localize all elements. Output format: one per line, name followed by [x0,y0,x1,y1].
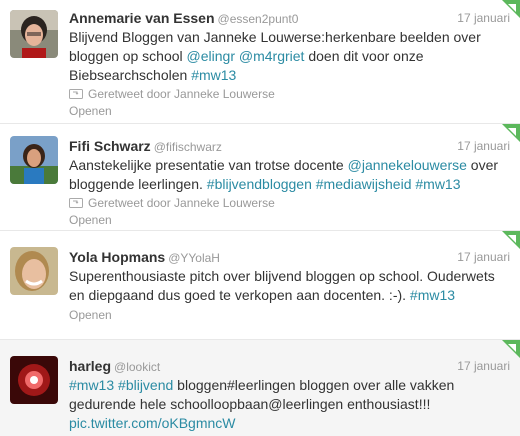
avatar[interactable] [10,247,58,295]
author-name[interactable]: Yola Hopmans [69,249,165,265]
tweet-text-segment: bloggen#leerlingen bloggen over alle vak… [173,377,455,393]
corner-badge-icon [502,124,520,142]
retweeted-by-label: Geretweet door Janneke Louwerse [88,196,275,210]
tweet-text-segment: Superenthousiaste pitch over blijvend bl… [69,268,495,284]
tweet-text-segment: en diepgaand dus goed te verkopen aan do… [69,287,410,303]
retweet-icon [69,196,83,208]
tweet-text-segment: Biebsearchscholen [69,67,192,83]
tweet-text-line: gedurende hele schoolloopbaan@leerlingen… [69,395,499,414]
tweet-link[interactable]: #mw13 [415,176,460,192]
avatar[interactable] [10,10,58,58]
open-link[interactable]: Openen [69,104,112,118]
avatar-yola-image [10,247,58,295]
tweet-item[interactable]: Yola Hopmans @YYolaH 17 januari Superenth… [0,231,520,340]
avatar[interactable] [10,356,58,404]
author-handle[interactable]: @YYolaH [168,251,220,265]
tweet-text-segment: Aanstekelijke presentatie van trotse doc… [69,157,348,173]
avatar-annemarie-image [10,10,58,58]
author-name[interactable]: Annemarie van Essen [69,10,215,26]
tweet-text: Aanstekelijke presentatie van trotse doc… [69,156,499,194]
tweet-link[interactable]: @elingr [187,48,235,64]
tweet-header: Yola Hopmans @YYolaH 17 januari [69,249,510,267]
tweet-link[interactable]: #mw13 [191,67,236,83]
avatar[interactable] [10,136,58,184]
tweet-link[interactable]: #blijvend [118,377,173,393]
tweet-text-segment: bloggen op school [69,48,187,64]
tweet-text-line: bloggende leerlingen. #blijvendbloggen #… [69,175,499,194]
tweet-text-line: Aanstekelijke presentatie van trotse doc… [69,156,499,175]
tweet-timeline: Annemarie van Essen @essen2punt0 17 janua… [0,0,520,436]
open-link[interactable]: Openen [69,213,112,227]
tweet-text-line: en diepgaand dus goed te verkopen aan do… [69,286,499,305]
tweet-link[interactable]: #mw13 [410,287,455,303]
tweet-link[interactable]: @m4rgriet [239,48,305,64]
tweet-link[interactable]: #mw13 [69,377,114,393]
corner-badge-icon [502,340,520,358]
tweet-text-segment: gedurende hele schoolloopbaan@leerlingen… [69,396,431,412]
author-name[interactable]: harleg [69,358,111,374]
author-handle[interactable]: @essen2punt0 [218,12,299,26]
tweet-text-line: pic.twitter.com/oKBgmncW [69,414,499,433]
tweet-link[interactable]: pic.twitter.com/oKBgmncW [69,415,236,431]
tweet-item[interactable]: harleg @lookict 17 januari #mw13 #blijven… [0,340,520,436]
tweet-item[interactable]: Annemarie van Essen @essen2punt0 17 janua… [0,0,520,124]
tweet-text-segment: doen dit voor onze [304,48,424,64]
retweet-icon [69,87,83,99]
tweet-header: Annemarie van Essen @essen2punt0 17 janua… [69,10,510,28]
tweet-text-segment: bloggende leerlingen. [69,176,207,192]
tweet-text-line: Biebsearchscholen #mw13 [69,66,499,85]
tweet-text-line: #mw13 #blijvend bloggen#leerlingen blogg… [69,376,499,395]
author-handle[interactable]: @fifischwarz [154,140,222,154]
tweet-header: harleg @lookict 17 januari [69,358,510,376]
retweeted-by-label: Geretweet door Janneke Louwerse [88,87,275,101]
tweet-item[interactable]: Fifi Schwarz @fifischwarz 17 januari Aans… [0,124,520,231]
tweet-link[interactable]: #mediawijsheid [316,176,412,192]
tweet-text: #mw13 #blijvend bloggen#leerlingen blogg… [69,376,499,433]
open-link[interactable]: Openen [69,308,112,322]
avatar-harleg-image [10,356,58,404]
tweet-link[interactable]: #blijvendbloggen [207,176,312,192]
retweet-info: Geretweet door Janneke Louwerse [69,195,275,211]
corner-badge-icon [502,231,520,249]
tweet-header: Fifi Schwarz @fifischwarz 17 januari [69,138,510,156]
author-handle[interactable]: @lookict [114,360,160,374]
tweet-text: Blijvend Bloggen van Janneke Louwerse:he… [69,28,499,85]
tweet-text-segment: over [466,157,499,173]
tweet-link[interactable]: @jannekelouwerse [348,157,467,173]
tweet-text-line: Blijvend Bloggen van Janneke Louwerse:he… [69,28,499,47]
tweet-text-line: Superenthousiaste pitch over blijvend bl… [69,267,499,286]
corner-badge-icon [502,0,520,18]
retweet-info: Geretweet door Janneke Louwerse [69,86,275,102]
tweet-text-segment: Blijvend Bloggen van Janneke Louwerse:he… [69,29,481,45]
tweet-text-line: bloggen op school @elingr @m4rgriet doen… [69,47,499,66]
avatar-fifi-image [10,136,58,184]
tweet-text: Superenthousiaste pitch over blijvend bl… [69,267,499,305]
author-name[interactable]: Fifi Schwarz [69,138,151,154]
